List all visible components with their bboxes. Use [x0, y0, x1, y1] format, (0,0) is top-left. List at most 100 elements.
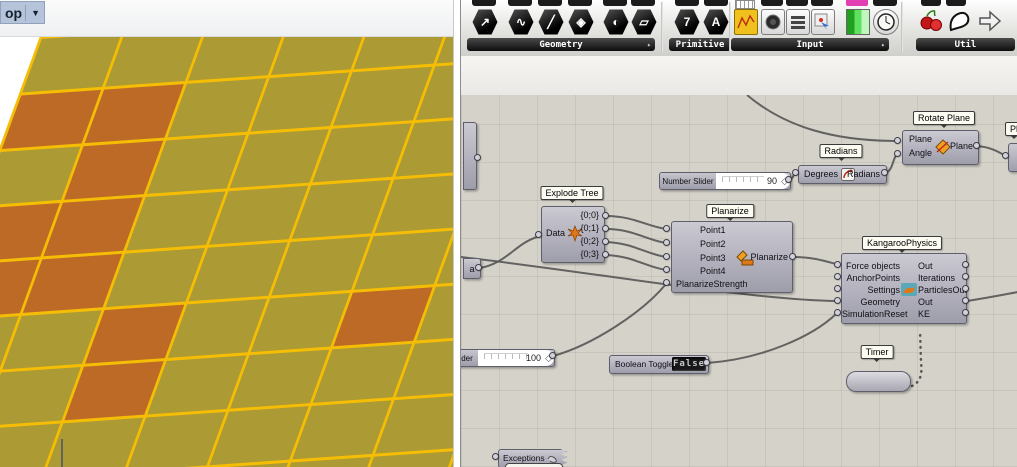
partial-component[interactable]: [1008, 143, 1017, 172]
kangaroo-tooltip: KangarooPhysics: [862, 236, 942, 250]
text-hex-icon[interactable]: A: [703, 9, 729, 35]
tab-geometry-more-icon[interactable]: ✦: [647, 41, 651, 49]
output-node[interactable]: [549, 352, 556, 359]
gradient-icon[interactable]: [846, 9, 870, 35]
number-slider-90[interactable]: Number Slider 90 ◇: [659, 172, 791, 190]
input-node[interactable]: [663, 239, 670, 246]
tab-input-more-icon[interactable]: ✦: [881, 41, 885, 49]
toggle-value[interactable]: False: [672, 357, 706, 371]
line-hex-icon[interactable]: ╱: [538, 9, 564, 35]
port-force-objects: Force objects: [842, 261, 900, 271]
number-slider-100[interactable]: der 100 ◇: [461, 349, 555, 367]
knob-icon[interactable]: [761, 9, 785, 35]
radians-tooltip: Radians: [819, 144, 862, 158]
radians-component[interactable]: Degrees Radians: [798, 165, 887, 184]
md-slider-icon[interactable]: [811, 9, 835, 35]
output-node[interactable]: [602, 251, 609, 258]
integer-hex-icon[interactable]: 7: [674, 9, 700, 35]
partial-component[interactable]: [505, 463, 563, 467]
viewport-title-divider: [25, 5, 26, 21]
output-node[interactable]: [602, 212, 609, 219]
param-label: a: [469, 264, 474, 274]
mesh-cell: [354, 36, 453, 69]
value-list-icon[interactable]: [786, 9, 810, 35]
port-out-1: Out: [918, 261, 933, 271]
input-node[interactable]: [663, 253, 670, 260]
patch-hex-icon[interactable]: ▱: [631, 9, 657, 35]
port-ke: KE: [918, 309, 930, 319]
slider-track[interactable]: 100 ◇: [478, 350, 554, 366]
rotate-plane-icon: [935, 139, 951, 155]
viewport-title-dropdown-icon[interactable]: ▼: [29, 8, 42, 18]
rotate-plane-component[interactable]: Plane Angle Plane: [902, 130, 979, 165]
timer-component[interactable]: [846, 371, 911, 392]
curve-hex-icon[interactable]: ∿: [508, 9, 534, 35]
vector-hex-icon[interactable]: ↗: [472, 9, 498, 35]
input-node[interactable]: [792, 169, 799, 176]
output-node[interactable]: [962, 297, 969, 304]
cut-icon: [946, 0, 966, 6]
rhino-perspective-viewport[interactable]: [0, 36, 453, 467]
integer-glyph: 7: [684, 15, 691, 29]
mesh-cell: [271, 36, 370, 75]
input-node[interactable]: [894, 150, 901, 157]
sphere-hex-icon[interactable]: ◐: [603, 9, 629, 35]
wire: [707, 314, 836, 363]
boolean-toggle[interactable]: Boolean Toggle False: [609, 355, 709, 374]
output-node[interactable]: [962, 261, 969, 268]
galapagos-cherries-icon[interactable]: [919, 8, 943, 34]
viewport-title[interactable]: op ▼: [0, 1, 45, 24]
output-node[interactable]: [475, 264, 482, 271]
tab-primitive-label: Primitive: [676, 40, 725, 50]
input-node[interactable]: [492, 453, 499, 460]
port-point2: Point2: [700, 239, 726, 249]
tab-input-label: Input: [796, 40, 823, 50]
explode-tree-component[interactable]: Data {0;0} {0;1} {0;2} {0;3}: [541, 206, 605, 263]
wire: [747, 95, 898, 141]
rotate-plane-tooltip: Rotate Plane: [913, 111, 975, 125]
output-node[interactable]: [602, 225, 609, 232]
output-node[interactable]: [881, 169, 888, 176]
port-point3: Point3: [700, 253, 726, 263]
input-node[interactable]: [834, 273, 841, 280]
graph-mapper-icon[interactable]: [734, 9, 758, 35]
gh-canvas[interactable]: a Explode Tree Data {0;0} {0;1} {0;2} {0…: [461, 95, 1017, 467]
slider-track[interactable]: 90 ◇: [716, 173, 790, 189]
kangaroo-physics-component[interactable]: Force objects AnchorPoints Settings Geom…: [841, 253, 967, 324]
ruler-icon[interactable]: [735, 0, 755, 9]
input-node[interactable]: [663, 225, 670, 232]
output-node[interactable]: [474, 154, 481, 161]
output-node[interactable]: [962, 285, 969, 292]
cut-icon: [811, 0, 833, 6]
lasso-icon[interactable]: [947, 8, 971, 34]
output-node[interactable]: [785, 176, 792, 183]
input-node[interactable]: [535, 231, 542, 238]
jump-arrow-icon[interactable]: [977, 8, 1003, 34]
input-node[interactable]: [663, 279, 670, 286]
input-node[interactable]: [834, 297, 841, 304]
output-node[interactable]: [789, 253, 796, 260]
cut-icon: [675, 0, 699, 6]
input-node[interactable]: [1002, 152, 1009, 159]
output-node[interactable]: [602, 238, 609, 245]
input-node[interactable]: [834, 285, 841, 292]
planarize-component[interactable]: Point1 Point2 Point3 Point4 PlanarizeStr…: [671, 221, 793, 293]
input-node[interactable]: [894, 137, 901, 144]
cut-icon: [472, 0, 496, 6]
wire: [480, 237, 537, 268]
tab-primitive[interactable]: Primitive: [669, 38, 731, 51]
tab-geometry[interactable]: Geometry ✦: [467, 38, 655, 51]
output-node[interactable]: [962, 309, 969, 316]
input-node[interactable]: [834, 309, 841, 316]
output-node[interactable]: [703, 359, 710, 366]
input-node[interactable]: [834, 261, 841, 268]
tab-util[interactable]: Util: [916, 38, 1015, 51]
surface-hex-icon[interactable]: ◈: [568, 9, 594, 35]
wire: [606, 255, 666, 270]
input-node[interactable]: [663, 266, 670, 273]
tab-input[interactable]: Input ✦: [731, 38, 889, 51]
output-node[interactable]: [973, 142, 980, 149]
rhino-viewport-pane[interactable]: op ▼: [0, 0, 454, 467]
output-node[interactable]: [962, 273, 969, 280]
clock-icon[interactable]: [873, 9, 899, 35]
